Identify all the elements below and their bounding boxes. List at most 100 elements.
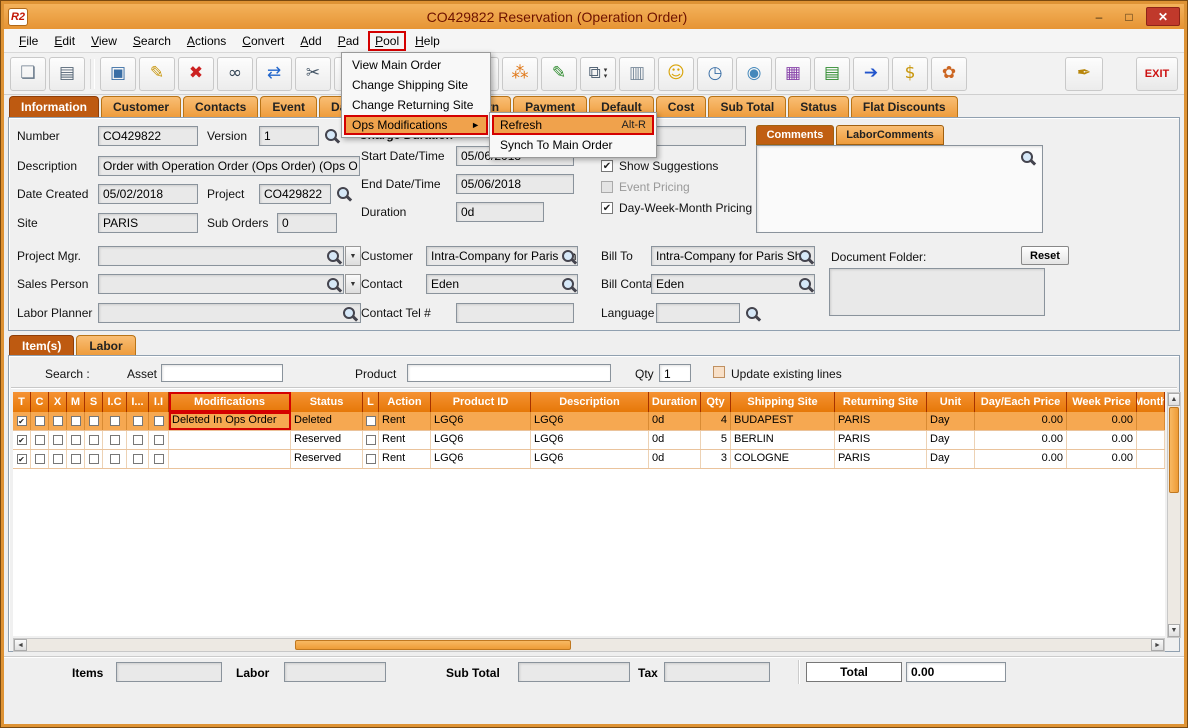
tab-sub-total[interactable]: Sub Total bbox=[708, 96, 786, 117]
tab-status[interactable]: Status bbox=[788, 96, 849, 117]
end-date-field[interactable]: 05/06/2018 bbox=[456, 174, 574, 194]
bill-to-lookup-icon[interactable] bbox=[797, 248, 814, 265]
tab-customer[interactable]: Customer bbox=[101, 96, 181, 117]
tab-information[interactable]: Information bbox=[9, 96, 99, 117]
menu-file[interactable]: File bbox=[12, 31, 45, 51]
column-header-product-id[interactable]: Product ID bbox=[431, 392, 531, 412]
quill-button[interactable]: ✒ bbox=[1065, 57, 1103, 91]
row-checkbox[interactable] bbox=[154, 416, 164, 426]
qty-input[interactable]: 1 bbox=[659, 364, 691, 382]
print-button[interactable]: ▤ bbox=[49, 57, 85, 91]
close-button[interactable]: ✕ bbox=[1146, 7, 1180, 26]
column-header-action[interactable]: Action bbox=[379, 392, 431, 412]
menu-item-synch-to-main-order[interactable]: Synch To Main Order bbox=[492, 135, 654, 155]
row-checkbox[interactable] bbox=[35, 416, 45, 426]
customer-field[interactable]: Intra-Company for Paris Sh bbox=[426, 246, 578, 266]
resources-button[interactable]: ⁂ bbox=[502, 57, 538, 91]
column-header-m[interactable]: M bbox=[67, 392, 85, 412]
duplicate-lines-button[interactable]: ⧉▾▾ bbox=[580, 57, 616, 91]
row-checkbox[interactable] bbox=[110, 435, 120, 445]
column-header-x[interactable]: X bbox=[49, 392, 67, 412]
checkbox-event-pricing[interactable]: Event Pricing bbox=[601, 179, 690, 195]
column-header-duration[interactable]: Duration bbox=[649, 392, 701, 412]
column-header-shipping-site[interactable]: Shipping Site bbox=[731, 392, 835, 412]
column-header-day-each-price[interactable]: Day/Each Price bbox=[975, 392, 1067, 412]
delete-button[interactable]: ✖ bbox=[178, 57, 214, 91]
menu-help[interactable]: Help bbox=[408, 31, 447, 51]
row-checkbox[interactable] bbox=[366, 435, 376, 445]
column-header-i-c[interactable]: I.C bbox=[103, 392, 127, 412]
checkbox-day-week-month-pricing[interactable]: Day-Week-Month Pricing bbox=[601, 200, 752, 216]
scroll-down-button[interactable]: ▼ bbox=[1168, 624, 1180, 637]
options-button[interactable]: ✿ bbox=[931, 57, 967, 91]
row-checkbox[interactable] bbox=[89, 416, 99, 426]
version-lookup-icon[interactable] bbox=[323, 127, 340, 144]
row-checkbox[interactable] bbox=[133, 454, 143, 464]
horizontal-scrollbar[interactable]: ◄ ► bbox=[13, 638, 1165, 652]
row-checkbox[interactable] bbox=[133, 435, 143, 445]
tab-labor[interactable]: Labor bbox=[76, 335, 135, 355]
menu-item-change-returning-site[interactable]: Change Returning Site bbox=[344, 95, 488, 115]
bill-contact-field[interactable]: Eden bbox=[651, 274, 815, 294]
table-row[interactable]: ReservedRentLGQ6LGQ60d5BERLINPARISDay0.0… bbox=[13, 431, 1165, 450]
scroll-left-button[interactable]: ◄ bbox=[14, 639, 27, 651]
row-checkbox[interactable] bbox=[71, 416, 81, 426]
contact-lookup-icon[interactable] bbox=[560, 276, 577, 293]
find-button[interactable]: ∞ bbox=[217, 57, 253, 91]
menu-item-ops-modifications[interactable]: Ops Modifications► bbox=[344, 115, 488, 135]
menu-add[interactable]: Add bbox=[293, 31, 328, 51]
vertical-scrollbar-thumb[interactable] bbox=[1169, 407, 1179, 493]
reset-button[interactable]: Reset bbox=[1021, 246, 1069, 265]
row-select-checkbox[interactable] bbox=[17, 454, 27, 464]
column-header-returning-site[interactable]: Returning Site bbox=[835, 392, 927, 412]
update-existing-lines-checkbox[interactable] bbox=[713, 366, 725, 378]
save-button[interactable]: ▣ bbox=[100, 57, 136, 91]
description-field[interactable]: Order with Operation Order (Ops Order) (… bbox=[98, 156, 360, 176]
duration-field[interactable]: 0d bbox=[456, 202, 544, 222]
bill-contact-lookup-icon[interactable] bbox=[797, 276, 814, 293]
column-header-month[interactable]: Month bbox=[1137, 392, 1165, 412]
project-mgr-lookup-icon[interactable] bbox=[325, 248, 342, 265]
tab-cost[interactable]: Cost bbox=[656, 96, 707, 117]
tab-flat-discounts[interactable]: Flat Discounts bbox=[851, 96, 958, 117]
horizontal-scrollbar-thumb[interactable] bbox=[295, 640, 571, 650]
column-header-description[interactable]: Description bbox=[531, 392, 649, 412]
history-button[interactable]: ◷ bbox=[697, 57, 733, 91]
column-header-c[interactable]: C bbox=[31, 392, 49, 412]
scroll-up-button[interactable]: ▲ bbox=[1168, 393, 1180, 406]
comments-lookup-icon[interactable] bbox=[1019, 149, 1036, 166]
notes-button[interactable]: ▤ bbox=[814, 57, 850, 91]
column-header-t[interactable]: T bbox=[13, 392, 31, 412]
menu-view[interactable]: View bbox=[84, 31, 124, 51]
minimize-button[interactable]: – bbox=[1086, 7, 1112, 26]
table-row[interactable]: Deleted In Ops OrderDeletedRentLGQ6LGQ60… bbox=[13, 412, 1165, 431]
menu-actions[interactable]: Actions bbox=[180, 31, 233, 51]
product-search-input[interactable] bbox=[407, 364, 611, 382]
reports-button[interactable]: ▦ bbox=[775, 57, 811, 91]
feedback-button[interactable]: ☺ bbox=[658, 57, 694, 91]
contact-field[interactable]: Eden bbox=[426, 274, 578, 294]
media-button[interactable]: ◉ bbox=[736, 57, 772, 91]
menu-item-change-shipping-site[interactable]: Change Shipping Site bbox=[344, 75, 488, 95]
row-checkbox[interactable] bbox=[110, 454, 120, 464]
menu-item-refresh[interactable]: RefreshAlt-R bbox=[492, 115, 654, 135]
sub-orders-field[interactable]: 0 bbox=[277, 213, 337, 233]
scroll-right-button[interactable]: ► bbox=[1151, 639, 1164, 651]
cut-button[interactable]: ✂ bbox=[295, 57, 331, 91]
maximize-button[interactable]: □ bbox=[1116, 7, 1142, 26]
menu-item-view-main-order[interactable]: View Main Order bbox=[344, 55, 488, 75]
table-row[interactable]: ReservedRentLGQ6LGQ60d3COLOGNEPARISDay0.… bbox=[13, 450, 1165, 469]
billing-button[interactable]: $ bbox=[892, 57, 928, 91]
print-preview-button[interactable]: ▥ bbox=[619, 57, 655, 91]
date-created-field[interactable]: 05/02/2018 bbox=[98, 184, 198, 204]
row-checkbox[interactable] bbox=[133, 416, 143, 426]
row-checkbox[interactable] bbox=[53, 435, 63, 445]
menu-search[interactable]: Search bbox=[126, 31, 178, 51]
comments-textarea[interactable] bbox=[756, 145, 1043, 233]
column-header-i[interactable]: I... bbox=[127, 392, 149, 412]
site-field[interactable]: PARIS bbox=[98, 213, 198, 233]
tab-contacts[interactable]: Contacts bbox=[183, 96, 258, 117]
asset-search-input[interactable] bbox=[161, 364, 283, 382]
row-checkbox[interactable] bbox=[366, 454, 376, 464]
version-field[interactable]: 1 bbox=[259, 126, 319, 146]
